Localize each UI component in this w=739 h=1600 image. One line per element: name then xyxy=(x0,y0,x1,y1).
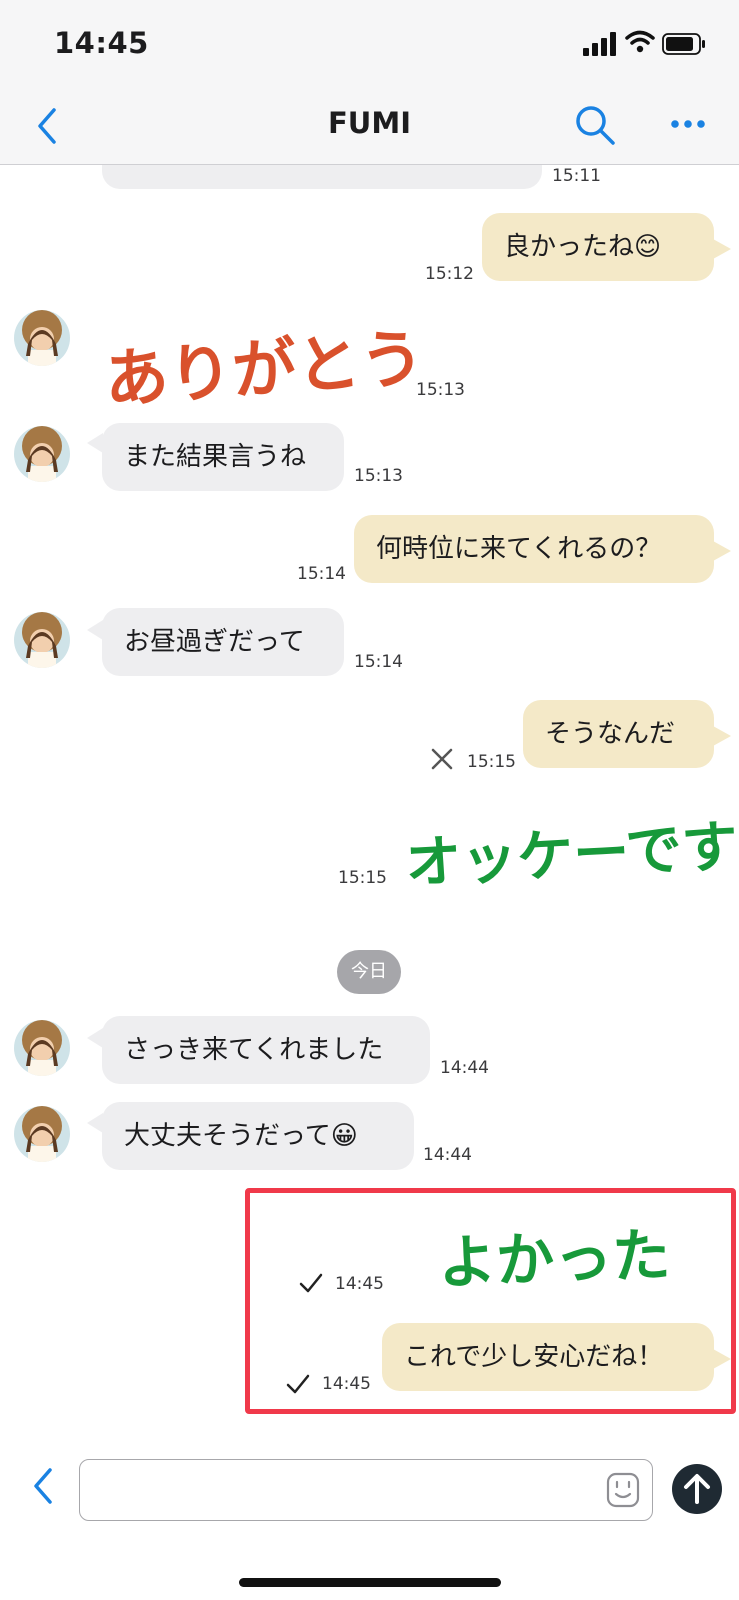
sticker-message[interactable]: オッケーです xyxy=(403,801,739,899)
message-list[interactable]: ようだよ! 15:11 良かったね😊 15:12 ありがとう 15:13 また結… xyxy=(0,0,739,1420)
bubble-tail xyxy=(87,1028,103,1048)
bubble-tail xyxy=(87,1113,103,1133)
avatar[interactable] xyxy=(14,1106,70,1162)
chat-screen: ようだよ! 15:11 良かったね😊 15:12 ありがとう 15:13 また結… xyxy=(0,0,739,1600)
search-icon[interactable] xyxy=(574,104,616,146)
battery-icon xyxy=(662,33,705,55)
message-time: 15:15 xyxy=(467,752,516,772)
message-bubble-outgoing[interactable]: そうなんだ xyxy=(523,700,714,768)
emoji-face-icon[interactable] xyxy=(606,1472,640,1508)
message-time: 15:12 xyxy=(425,264,474,284)
cellular-signal-icon xyxy=(583,32,616,56)
avatar-image xyxy=(14,612,70,668)
sticker-message[interactable]: ありがとう xyxy=(101,307,427,421)
message-time: 15:14 xyxy=(354,652,403,672)
message-text: 良かったね😊 xyxy=(504,232,662,262)
avatar-image xyxy=(14,426,70,482)
avatar[interactable] xyxy=(14,310,70,366)
bubble-tail xyxy=(87,620,103,640)
message-time: 14:44 xyxy=(423,1145,472,1165)
header-bar: 14:45 FUMI xyxy=(0,0,739,165)
highlight-box xyxy=(245,1188,736,1414)
message-time: 15:14 xyxy=(297,564,346,584)
message-text: そうなんだ xyxy=(545,719,676,749)
avatar-image xyxy=(14,1020,70,1076)
date-separator: 今日 xyxy=(337,950,401,994)
bubble-tail xyxy=(713,541,731,561)
message-text: 何時位に来てくれるの？ xyxy=(376,534,662,564)
page-title: FUMI xyxy=(327,106,411,140)
bubble-tail xyxy=(713,239,731,259)
more-dots-icon[interactable] xyxy=(670,116,706,132)
avatar[interactable] xyxy=(14,426,70,482)
message-time: 15:11 xyxy=(552,166,601,186)
sticker-text: ありがとう xyxy=(102,321,427,419)
message-bubble-incoming[interactable]: 大丈夫そうだって😀 xyxy=(102,1102,414,1170)
message-text: また結果言うね xyxy=(124,442,307,472)
send-arrow-icon[interactable] xyxy=(672,1464,722,1514)
message-time: 14:44 xyxy=(440,1058,489,1078)
message-text: お昼過ぎだって xyxy=(124,627,305,657)
close-x-icon[interactable] xyxy=(430,747,454,771)
bubble-tail xyxy=(713,726,731,746)
wifi-icon xyxy=(625,30,655,53)
message-bubble-incoming[interactable]: また結果言うね xyxy=(102,423,344,491)
avatar[interactable] xyxy=(14,612,70,668)
message-bubble-outgoing[interactable]: 良かったね😊 xyxy=(482,213,714,281)
message-bubble-incoming[interactable]: お昼過ぎだって xyxy=(102,608,344,676)
message-text: さっき来てくれました xyxy=(124,1035,384,1065)
avatar-image xyxy=(14,1106,70,1162)
message-input[interactable] xyxy=(79,1459,653,1521)
message-text: 大丈夫そうだって😀 xyxy=(124,1121,358,1151)
bubble-tail xyxy=(87,433,103,453)
message-bubble-incoming[interactable]: さっき来てくれました xyxy=(102,1016,430,1084)
message-time: 15:13 xyxy=(354,466,403,486)
status-time: 14:45 xyxy=(54,26,149,60)
home-indicator xyxy=(239,1578,501,1587)
avatar[interactable] xyxy=(14,1020,70,1076)
message-time: 15:15 xyxy=(338,868,387,888)
avatar-image xyxy=(14,310,70,366)
message-bubble-outgoing[interactable]: 何時位に来てくれるの？ xyxy=(354,515,714,583)
sticker-text: オッケーです xyxy=(403,814,739,897)
message-time: 15:13 xyxy=(416,380,465,400)
chevron-left-icon[interactable] xyxy=(30,1466,56,1506)
